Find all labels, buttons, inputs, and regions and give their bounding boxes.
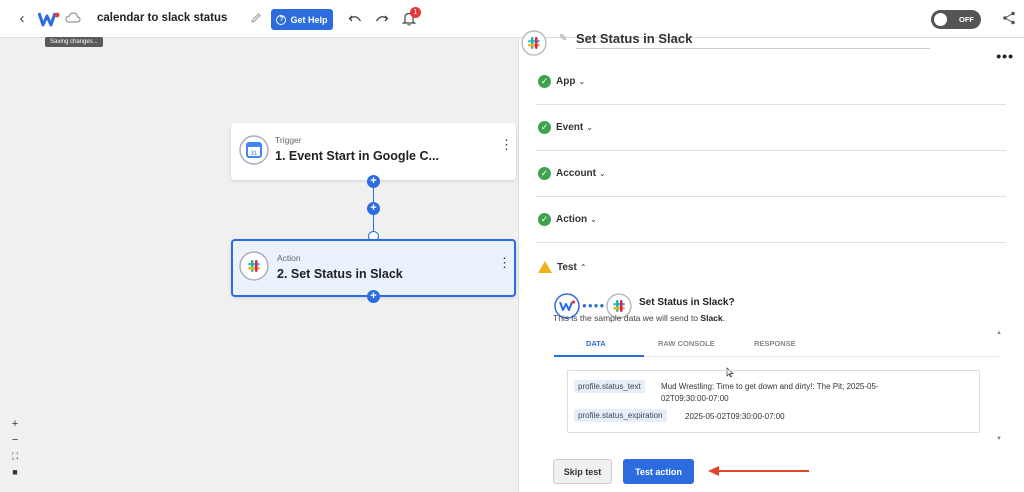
edit-title-icon[interactable]: ✎	[559, 33, 567, 44]
slack-icon	[239, 251, 269, 281]
get-help-label: Get Help	[290, 14, 328, 25]
sample-target: Slack	[700, 313, 723, 323]
sample-data-table: profile.status_text Mud Wrestling: Time …	[567, 370, 980, 433]
sample-prefix: This is the sample data we will send to	[553, 313, 699, 323]
chevron-down-icon: ⌄	[578, 77, 586, 86]
section-label: Test	[557, 261, 577, 273]
add-step-icon[interactable]: +	[367, 290, 380, 303]
scroll-down-icon[interactable]: ▼	[996, 436, 1002, 442]
slack-icon	[521, 30, 547, 56]
warning-icon	[538, 261, 552, 273]
zoom-controls: + − ⛶ ■	[8, 417, 22, 479]
zoom-in-icon[interactable]: +	[8, 417, 22, 431]
check-circle-icon: ✓	[538, 75, 551, 88]
back-chevron-icon[interactable]: ‹	[14, 10, 30, 28]
test-action-button[interactable]: Test action	[623, 459, 694, 484]
trigger-name: 1. Event Start in Google C...	[275, 149, 439, 163]
saving-tooltip: Saving changes...	[45, 37, 103, 47]
workflow-toggle[interactable]: OFF	[931, 10, 981, 29]
question-icon: ?	[276, 14, 287, 25]
pencil-icon[interactable]	[250, 12, 262, 24]
data-value: 2025-05-02T09:30:00-07:00	[685, 412, 785, 421]
tab-raw-console[interactable]: RAW CONSOLE	[658, 339, 715, 348]
get-help-button[interactable]: ? Get Help	[271, 9, 333, 30]
tab-response[interactable]: RESPONSE	[754, 339, 796, 348]
add-step-icon[interactable]: +	[367, 202, 380, 215]
result-tabs: DATA RAW CONSOLE RESPONSE	[554, 332, 999, 357]
share-icon[interactable]	[1002, 11, 1016, 25]
data-value: Mud Wrestling: Time to get down and dirt…	[661, 382, 879, 403]
undo-icon[interactable]	[348, 11, 362, 25]
sample-data-text: This is the sample data we will send to …	[553, 313, 726, 323]
svg-text:31: 31	[251, 151, 258, 157]
check-circle-icon: ✓	[538, 121, 551, 134]
redo-icon[interactable]	[375, 11, 389, 25]
section-app[interactable]: ✓ App ⌄	[536, 59, 1006, 105]
workflow-canvas[interactable]: 31 Trigger 1. Event Start in Google C...…	[0, 38, 518, 492]
add-step-icon[interactable]: +	[367, 175, 380, 188]
section-account[interactable]: ✓ Account ⌄	[536, 151, 1006, 197]
tab-data[interactable]: DATA	[586, 339, 606, 348]
chevron-down-icon: ⌄	[590, 215, 597, 224]
data-key: profile.status_expiration	[574, 409, 667, 422]
workflow-title[interactable]: calendar to slack status	[97, 12, 227, 24]
app-logo[interactable]	[38, 10, 60, 28]
test-question: Set Status in Slack?	[639, 297, 735, 308]
section-label: Event	[556, 122, 584, 133]
chevron-down-icon: ⌄	[599, 169, 606, 178]
data-key: profile.status_text	[574, 380, 645, 393]
section-event[interactable]: ✓ Event ⌄	[536, 105, 1006, 151]
trigger-menu-icon[interactable]: ⋮	[500, 138, 513, 151]
check-circle-icon: ✓	[538, 213, 551, 226]
notification-badge: 1	[410, 7, 421, 18]
step-config-panel: ✎ Set Status in Slack ••• ✓ App ⌄ ✓ Even…	[518, 30, 1024, 492]
toggle-label: OFF	[959, 15, 974, 24]
action-name: 2. Set Status in Slack	[277, 267, 403, 281]
section-label: Action	[556, 214, 588, 225]
toggle-knob	[934, 13, 947, 26]
section-action[interactable]: ✓ Action ⌄	[536, 197, 1006, 243]
top-bar: ‹ calendar to slack status ? Get Help 1 …	[0, 0, 1024, 38]
lock-icon[interactable]: ■	[8, 465, 22, 479]
section-label: Account	[556, 168, 596, 179]
scroll-up-icon[interactable]: ▲	[996, 330, 1002, 336]
google-calendar-icon: 31	[239, 135, 269, 165]
action-kind-label: Action	[277, 253, 301, 263]
connection-dots-icon: ●●●●	[582, 301, 606, 310]
action-node[interactable]: Action 2. Set Status in Slack ⋮	[231, 239, 516, 297]
chevron-down-icon: ⌄	[586, 123, 593, 132]
zoom-out-icon[interactable]: −	[8, 433, 22, 447]
action-menu-icon[interactable]: ⋮	[498, 256, 511, 269]
active-tab-indicator	[554, 355, 644, 357]
skip-test-button[interactable]: Skip test	[553, 459, 612, 484]
title-underline	[576, 48, 930, 49]
section-test[interactable]: Test ⌃	[536, 244, 1006, 290]
cloud-save-icon	[65, 12, 81, 23]
check-circle-icon: ✓	[538, 167, 551, 180]
section-label: App	[556, 76, 576, 87]
chevron-up-icon: ⌃	[579, 262, 587, 272]
fit-view-icon[interactable]: ⛶	[8, 449, 22, 463]
red-arrow-annotation	[708, 466, 809, 476]
trigger-kind-label: Trigger	[275, 135, 302, 145]
trigger-node[interactable]: 31 Trigger 1. Event Start in Google C...…	[231, 123, 516, 180]
panel-title[interactable]: Set Status in Slack	[576, 31, 692, 46]
